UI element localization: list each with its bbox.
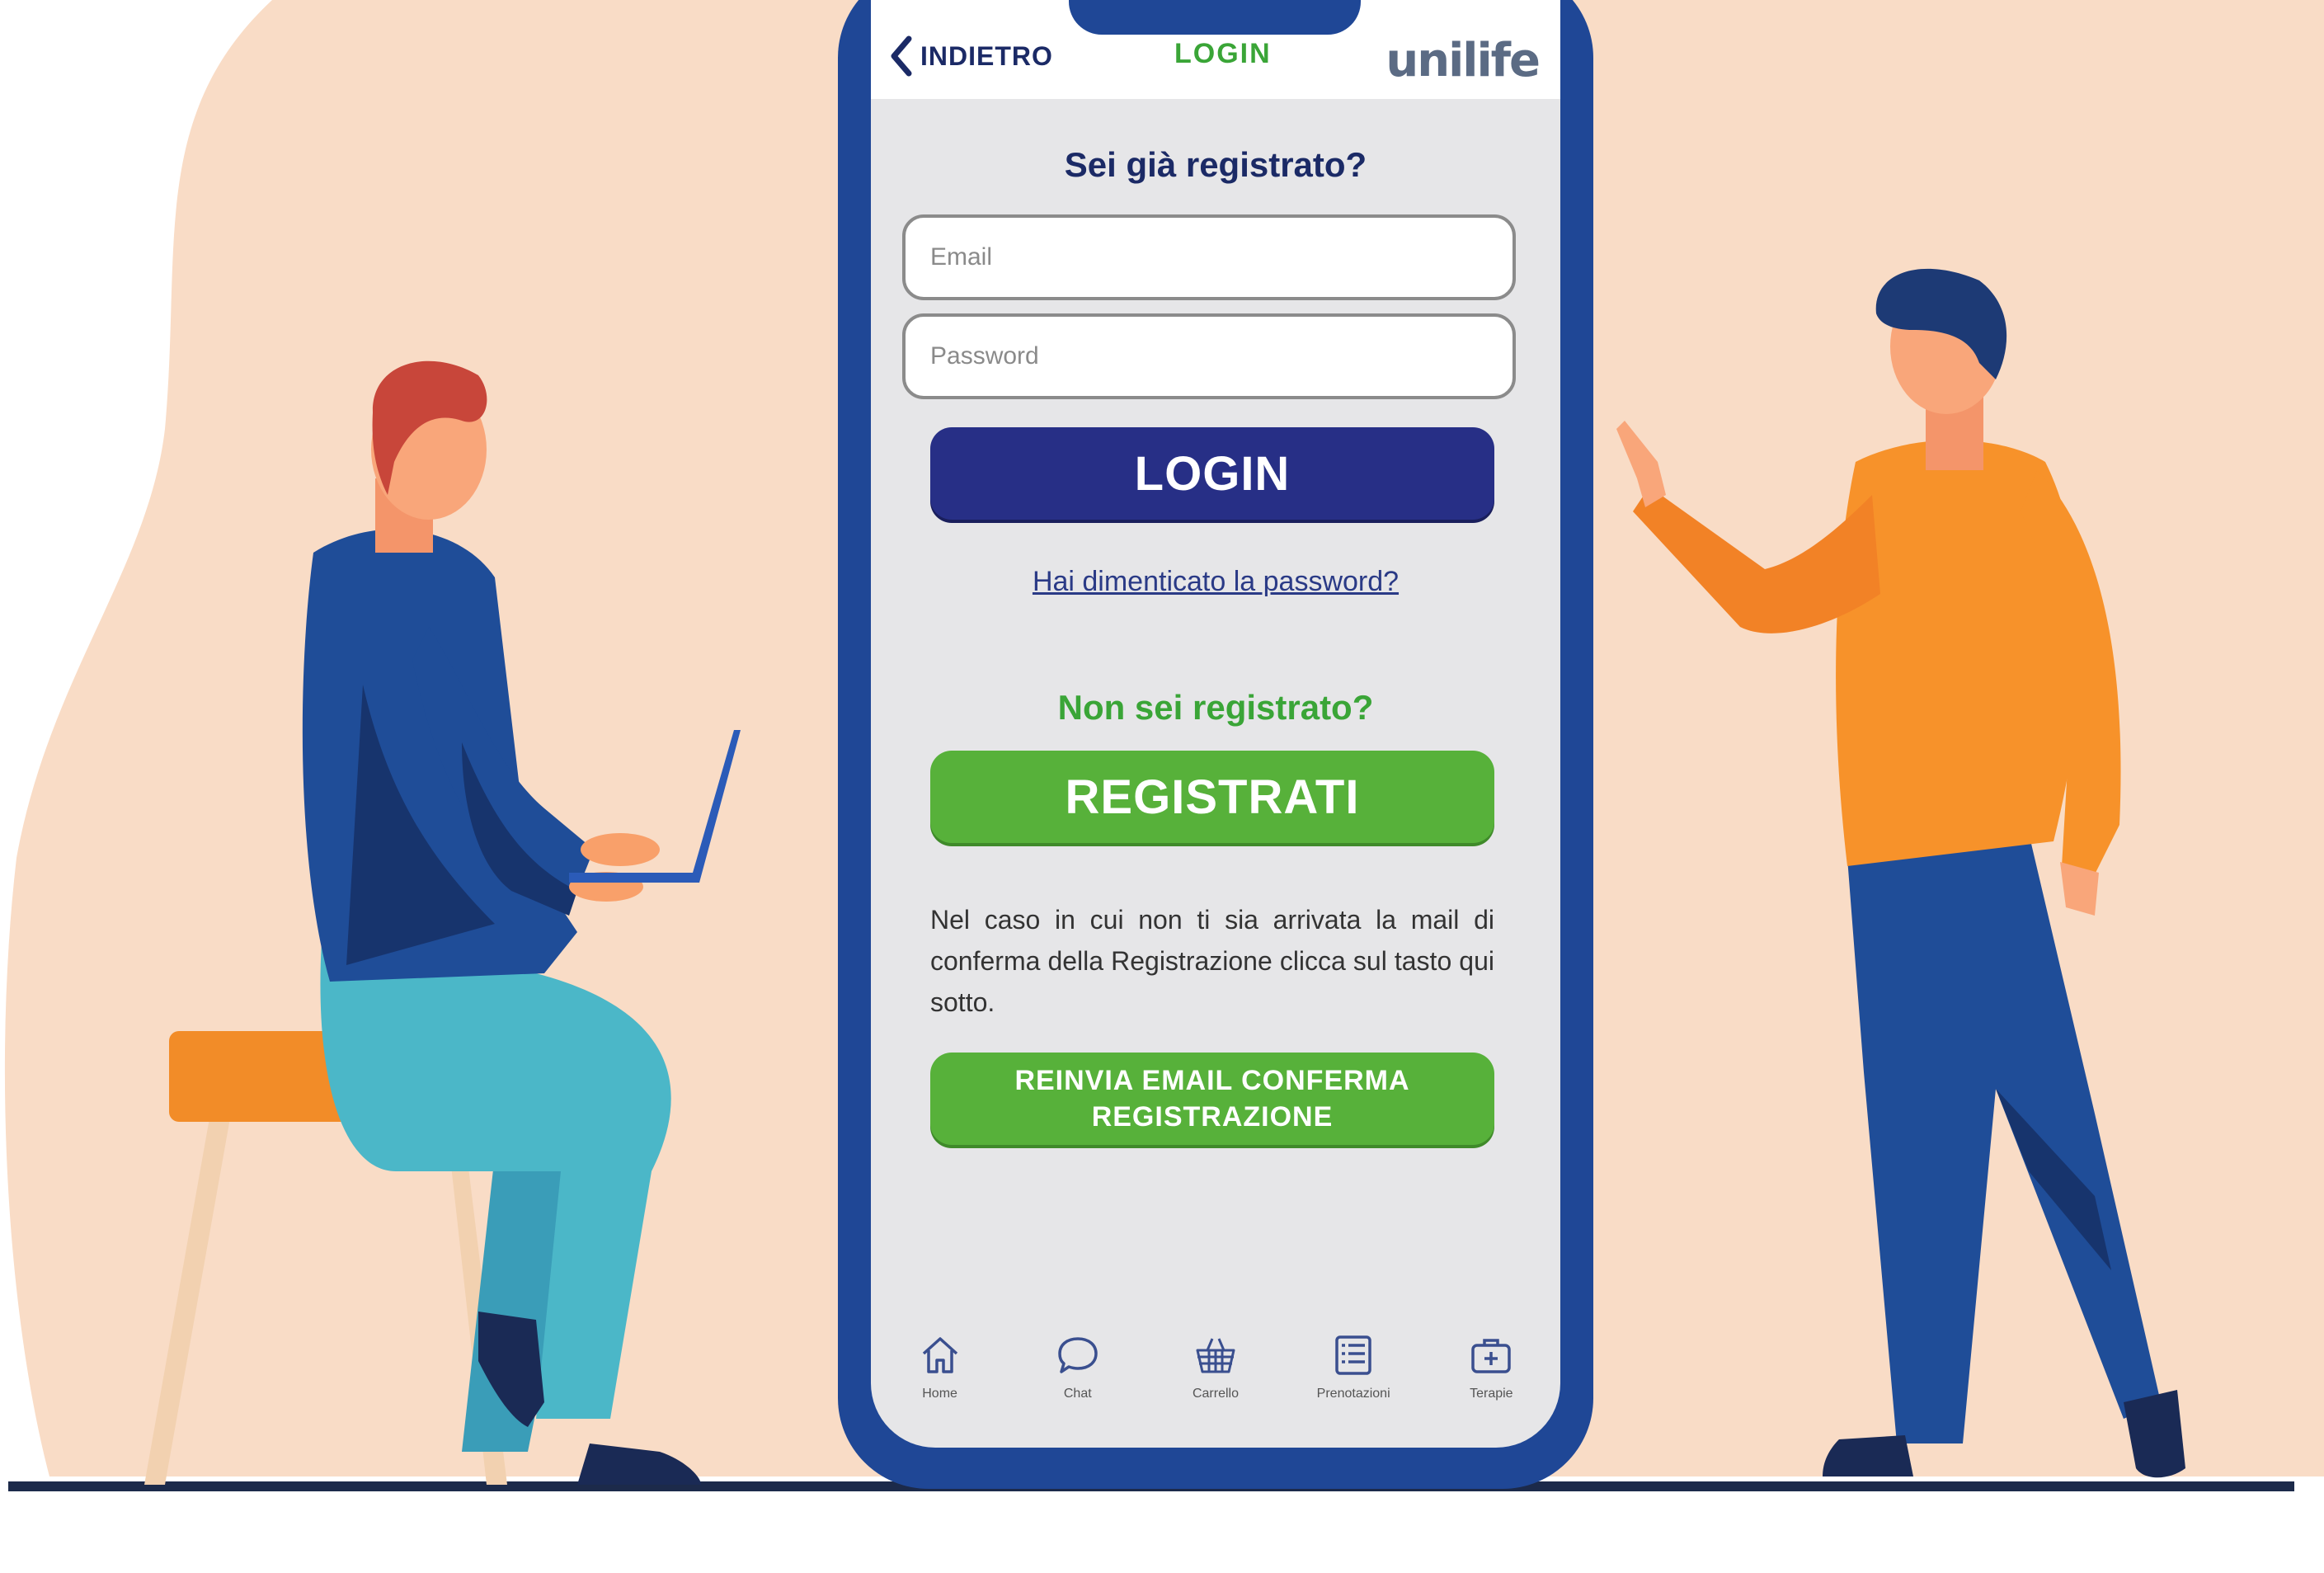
tab-cart-label: Carrello xyxy=(1192,1387,1239,1401)
chevron-left-icon xyxy=(891,35,912,77)
email-field[interactable] xyxy=(902,214,1516,300)
not-registered-heading: Non sei registrato? xyxy=(1057,688,1374,727)
tab-chat[interactable]: Chat xyxy=(1028,1332,1127,1401)
resend-note: Nel caso in cui non ti sia arrivata la m… xyxy=(930,905,1494,1017)
back-button[interactable]: INDIETRO xyxy=(887,31,1053,81)
list-icon xyxy=(1335,1335,1371,1375)
tab-cart[interactable]: Carrello xyxy=(1166,1332,1265,1401)
resend-confirmation-button[interactable]: REINVIA EMAIL CONFERMA REGISTRAZIONE xyxy=(930,1053,1494,1145)
login-button[interactable]: LOGIN xyxy=(930,427,1494,520)
tab-bookings-label: Prenotazioni xyxy=(1316,1387,1390,1401)
chat-bubble-icon xyxy=(1058,1337,1098,1373)
phone-screen: INDIETRO LOGIN unilife Sei già registrat… xyxy=(871,0,1560,1448)
basket-icon xyxy=(1196,1338,1235,1373)
tab-bookings[interactable]: Prenotazioni xyxy=(1304,1332,1403,1401)
password-field[interactable] xyxy=(902,313,1516,399)
phone-notch xyxy=(1069,0,1361,35)
page-title: LOGIN xyxy=(1174,38,1272,69)
medical-kit-icon xyxy=(1471,1339,1512,1373)
tab-home[interactable]: Home xyxy=(891,1332,990,1401)
forgot-password-link[interactable]: Hai dimenticato la password? xyxy=(871,566,1560,598)
logo-text: unilife xyxy=(1385,34,1541,87)
tab-therapies[interactable]: Terapie xyxy=(1442,1332,1541,1401)
registered-heading: Sei già registrato? xyxy=(1064,145,1367,184)
register-button[interactable]: REGISTRATI xyxy=(930,751,1494,843)
unilife-logo: unilife xyxy=(1385,25,1541,87)
back-label: INDIETRO xyxy=(920,40,1053,71)
tab-chat-label: Chat xyxy=(1063,1387,1092,1401)
home-icon xyxy=(922,1337,957,1373)
bottom-tab-bar: Home Chat Carrello Prenotazioni Terapie xyxy=(871,1332,1560,1448)
tab-home-label: Home xyxy=(922,1387,957,1401)
tab-therapies-label: Terapie xyxy=(1470,1387,1513,1401)
